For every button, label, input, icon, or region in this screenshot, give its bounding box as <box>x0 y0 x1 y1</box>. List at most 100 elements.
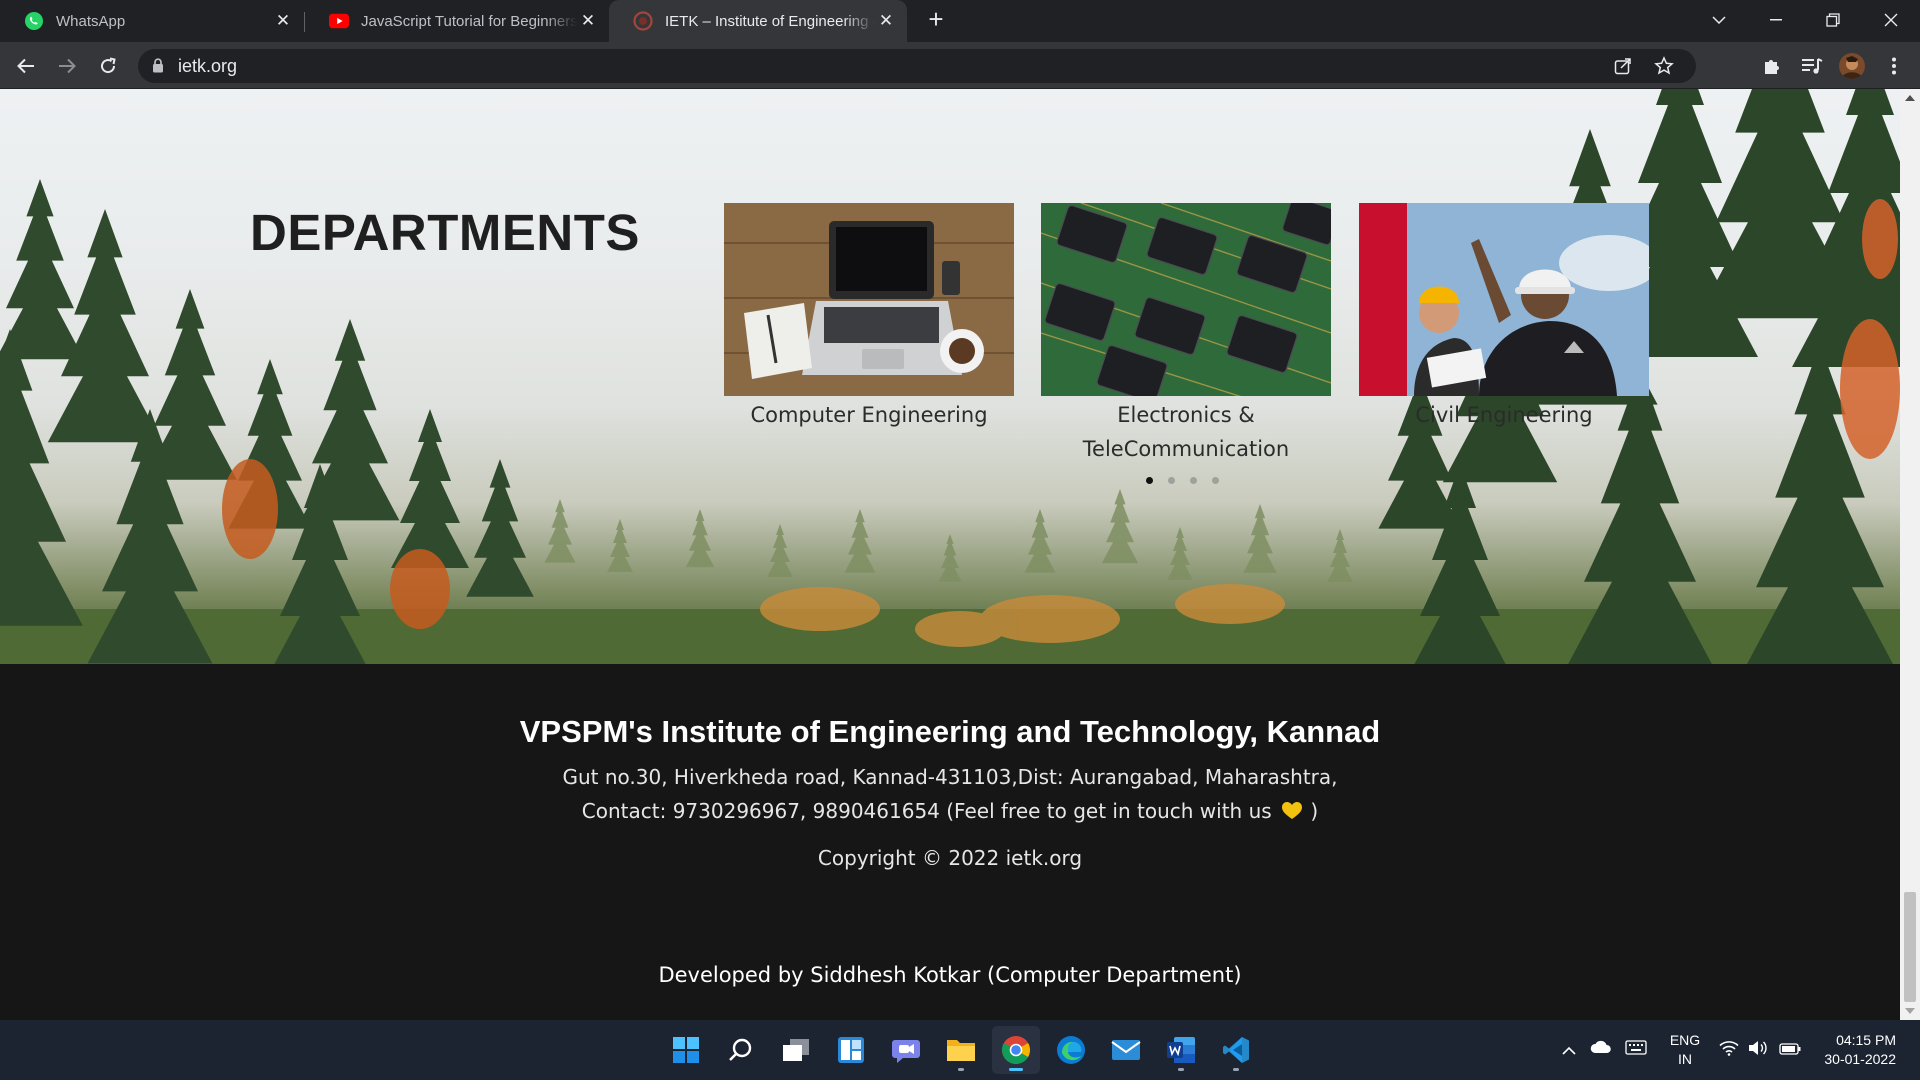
running-indicator <box>958 1068 964 1071</box>
close-tab-icon[interactable]: ✕ <box>577 10 599 32</box>
scroll-up-arrow-icon[interactable] <box>1905 95 1915 101</box>
search-icon <box>729 1038 752 1061</box>
close-tab-icon[interactable]: ✕ <box>272 10 294 32</box>
departments-section: DEPARTMENTS Computer Engineering Electro… <box>0 89 1900 664</box>
forward-button[interactable] <box>51 50 83 82</box>
reload-button[interactable] <box>92 50 124 82</box>
teams-chat-button[interactable] <box>882 1026 930 1074</box>
reload-icon <box>101 57 116 74</box>
extensions-button[interactable] <box>1756 50 1788 82</box>
civil-engineer-image <box>1359 203 1649 396</box>
department-card-civil[interactable]: Civil Engineering <box>1359 203 1649 432</box>
laptop-desk-image <box>724 203 1014 396</box>
vscode-taskbar-button[interactable] <box>1212 1026 1260 1074</box>
arrow-right-icon <box>59 58 76 74</box>
circuit-board-image <box>1041 203 1331 396</box>
clock-date: 30-01-2022 <box>1824 1051 1896 1067</box>
bookmark-star-icon[interactable] <box>1654 56 1674 81</box>
chrome-taskbar-button[interactable] <box>992 1026 1040 1074</box>
media-queue-icon <box>1802 58 1823 74</box>
folder-icon <box>947 1040 975 1061</box>
language-code: ENG <box>1669 1032 1701 1048</box>
department-name: Electronics & TeleCommunication <box>1082 403 1290 461</box>
tab-whatsapp[interactable]: WhatsApp ✕ <box>0 0 304 42</box>
scrollbar-thumb[interactable] <box>1904 892 1916 1002</box>
restore-icon <box>1826 13 1840 27</box>
chevron-up-icon[interactable] <box>1562 1042 1576 1060</box>
close-tab-icon[interactable]: ✕ <box>875 10 897 32</box>
copyright-text: Copyright © 2022 ietk.org <box>817 846 1083 870</box>
running-indicator <box>1233 1068 1239 1071</box>
edge-taskbar-button[interactable] <box>1047 1026 1095 1074</box>
close-window-button[interactable] <box>1866 0 1916 40</box>
contact-close-paren: ) <box>1310 799 1319 823</box>
institute-address: Gut no.30, Hiverkheda road, Kannad-43110… <box>562 765 1338 789</box>
institute-name: VPSPM's Institute of Engineering and Tec… <box>519 714 1381 749</box>
chrome-icon <box>1002 1036 1030 1064</box>
share-icon[interactable] <box>1614 57 1632 80</box>
puzzle-icon <box>1765 60 1779 74</box>
active-indicator <box>1009 1068 1023 1071</box>
carousel-dot[interactable] <box>1168 477 1175 484</box>
running-indicator <box>1178 1068 1184 1071</box>
task-view-button[interactable] <box>772 1026 820 1074</box>
input-language[interactable]: ENG IN <box>1664 1031 1706 1069</box>
edge-icon <box>1057 1036 1085 1064</box>
lock-icon[interactable] <box>152 58 164 73</box>
widgets-button[interactable] <box>827 1026 875 1074</box>
profile-avatar[interactable] <box>1836 50 1868 82</box>
browser-tab-strip: WhatsApp ✕ JavaScript Tutorial for Begin… <box>0 0 1920 42</box>
new-tab-button[interactable]: + <box>922 6 950 34</box>
restore-button[interactable] <box>1808 0 1858 40</box>
page-scrollbar[interactable] <box>1900 89 1920 1020</box>
tab-youtube[interactable]: JavaScript Tutorial for Beginners: Learn… <box>305 0 609 42</box>
developer-credit: Developed by Siddhesh Kotkar (Computer D… <box>658 963 1242 987</box>
start-button[interactable] <box>662 1026 710 1074</box>
yellow-heart-icon <box>1282 801 1303 825</box>
volume-icon[interactable] <box>1748 1040 1768 1061</box>
department-name: Computer Engineering <box>750 403 988 427</box>
institute-contact: Contact: 9730296967, 9890461654 (Feel fr… <box>0 799 1900 825</box>
carousel-dot[interactable] <box>1190 477 1197 484</box>
widgets-icon <box>838 1037 864 1063</box>
tab-ietk[interactable]: IETK – Institute of Engineering and Tech… <box>609 0 907 42</box>
region-code: IN <box>1678 1051 1692 1067</box>
url-text[interactable]: ietk.org <box>178 56 237 77</box>
clock[interactable]: 04:15 PM 30-01-2022 <box>1812 1031 1896 1069</box>
close-icon <box>1884 13 1898 27</box>
file-explorer-button[interactable] <box>937 1026 985 1074</box>
clock-time: 04:15 PM <box>1836 1032 1896 1048</box>
department-card-electronics[interactable]: Electronics & TeleCommunication <box>1041 203 1331 466</box>
task-view-icon <box>783 1039 809 1061</box>
carousel-dot[interactable] <box>1146 477 1153 484</box>
word-icon <box>1167 1037 1195 1063</box>
tab-title: IETK – Institute of Engineering and Tech <box>665 12 875 30</box>
reading-list-button[interactable] <box>1796 50 1828 82</box>
taskbar-search-button[interactable] <box>717 1026 765 1074</box>
minimize-button[interactable] <box>1751 0 1801 40</box>
scroll-down-arrow-icon[interactable] <box>1905 1008 1915 1014</box>
whatsapp-icon <box>24 11 44 31</box>
windows-start-icon <box>673 1037 699 1063</box>
tab-title: JavaScript Tutorial for Beginners: Learn <box>361 12 577 30</box>
chrome-menu-button[interactable] <box>1878 50 1910 82</box>
address-bar[interactable]: ietk.org <box>138 49 1696 83</box>
carousel-dot[interactable] <box>1212 477 1219 484</box>
kebab-menu-icon <box>1892 57 1896 75</box>
youtube-icon <box>329 11 349 31</box>
battery-icon[interactable] <box>1779 1042 1801 1060</box>
back-button[interactable] <box>10 50 42 82</box>
contact-text: Contact: 9730296967, 9890461654 (Feel fr… <box>581 799 1272 823</box>
page-viewport: DEPARTMENTS Computer Engineering Electro… <box>0 89 1900 1020</box>
keyboard-icon[interactable] <box>1625 1040 1647 1060</box>
department-card-computer[interactable]: Computer Engineering <box>724 203 1014 432</box>
wifi-icon[interactable] <box>1719 1040 1739 1061</box>
onedrive-cloud-icon[interactable] <box>1590 1040 1612 1059</box>
departments-heading: DEPARTMENTS <box>250 204 640 261</box>
tab-search-button[interactable] <box>1694 0 1744 40</box>
arrow-left-icon <box>17 58 34 74</box>
vscode-icon <box>1223 1037 1249 1063</box>
word-taskbar-button[interactable] <box>1157 1026 1205 1074</box>
tab-title: WhatsApp <box>56 12 126 30</box>
mail-taskbar-button[interactable] <box>1102 1026 1150 1074</box>
